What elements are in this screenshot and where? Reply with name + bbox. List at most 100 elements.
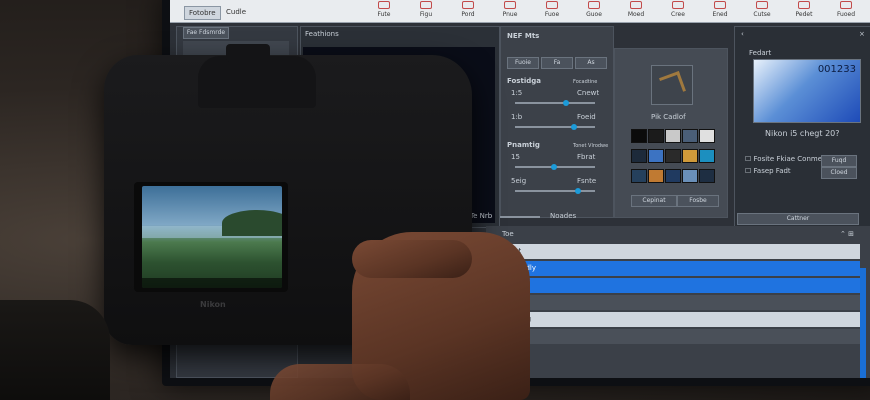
toolbar-icon bbox=[420, 1, 432, 9]
section2-slider2-label: 5eig bbox=[511, 177, 527, 185]
section1-slider2[interactable] bbox=[515, 124, 595, 130]
toolbar-button-label: Ened bbox=[712, 11, 728, 18]
list-header: Toe bbox=[502, 230, 514, 238]
preset-swatch[interactable] bbox=[648, 169, 664, 183]
toolbar-icon bbox=[756, 1, 768, 9]
toolbar-icon bbox=[588, 1, 600, 9]
toolbar-button[interactable]: Figu bbox=[412, 1, 440, 19]
photo-scene: Fotobre Cudle Fute Figu Pord Pnue Fuoe Guoe Mo… bbox=[0, 0, 870, 400]
adjust-row-btn-1[interactable]: Fuoie bbox=[507, 57, 539, 69]
list-item[interactable]: Fanet bbox=[496, 244, 860, 259]
camera-brand: Nikon bbox=[200, 300, 226, 309]
preset-swatch[interactable] bbox=[699, 169, 715, 183]
list-item[interactable]: Fadlo bbox=[496, 295, 860, 310]
toolbar-icon bbox=[504, 1, 516, 9]
camera-lcd-image bbox=[142, 186, 282, 288]
preset-swatch[interactable] bbox=[682, 149, 698, 163]
check2-button[interactable]: Cloed bbox=[821, 167, 857, 179]
toolbar-button[interactable]: Fuoed bbox=[832, 1, 860, 19]
toolbar-button-label: Fuoed bbox=[836, 11, 856, 18]
adjust-row-btn-3[interactable]: As bbox=[575, 57, 607, 69]
list-item[interactable]: Ssecilng bbox=[496, 312, 860, 327]
adjust-panel: NEF Mts Fuoie Fa As Fostidga Focadtine 1… bbox=[500, 26, 614, 218]
list-scrollbar[interactable] bbox=[860, 268, 866, 378]
section2-slider1-label: 15 bbox=[511, 153, 520, 161]
preset-swatch[interactable] bbox=[631, 149, 647, 163]
section1-slider2-label: 1:b bbox=[511, 113, 523, 121]
section2-right: Tonet Vlrodwe bbox=[573, 143, 609, 149]
preset-swatch[interactable] bbox=[648, 149, 664, 163]
toolbar-button[interactable]: Ened bbox=[706, 1, 734, 19]
info-preview: 001233 bbox=[753, 59, 861, 123]
tab-cudle[interactable]: Cudle bbox=[222, 6, 250, 18]
preset-swatch[interactable] bbox=[699, 129, 715, 143]
toolbar-button-label: Moed bbox=[627, 11, 645, 18]
check1-button[interactable]: Fuqd bbox=[821, 155, 857, 167]
toolbar-button-label: Fuoe bbox=[544, 11, 560, 18]
toolbar-icon bbox=[798, 1, 810, 9]
section1-slider1-value: Cnewt bbox=[577, 89, 600, 97]
preset-swatch[interactable] bbox=[665, 149, 681, 163]
preset-swatch[interactable] bbox=[665, 129, 681, 143]
preset-button-2[interactable]: Fosbe bbox=[677, 195, 719, 207]
check2-label: ☐ Fasep Fadt bbox=[745, 167, 791, 175]
toolbar-button[interactable]: Moed bbox=[622, 1, 650, 19]
toolbar-button[interactable]: Pord bbox=[454, 1, 482, 19]
preset-swatch[interactable] bbox=[682, 129, 698, 143]
preview-title: Feathions bbox=[305, 30, 339, 38]
adjust-title: NEF Mts bbox=[507, 32, 540, 40]
section1-slider1-label: 1:5 bbox=[511, 89, 523, 97]
chevron-left-icon[interactable]: ‹ bbox=[741, 30, 744, 38]
info-title: Fedart bbox=[749, 49, 772, 57]
preset-swatch[interactable] bbox=[699, 149, 715, 163]
toolbar-button-label: Figu bbox=[419, 11, 433, 18]
info-footer[interactable]: Cattner bbox=[737, 213, 859, 225]
preset-swatch[interactable] bbox=[631, 169, 647, 183]
toolbar-button[interactable]: Pedet bbox=[790, 1, 818, 19]
section2-slider1-value: Fbrat bbox=[577, 153, 596, 161]
list-item[interactable]: Salt bbox=[496, 329, 860, 344]
check1-label: ☐ Fosite Fkiae Conmeras bbox=[745, 155, 833, 163]
preset-swatch[interactable] bbox=[648, 129, 664, 143]
toolbar-button[interactable]: Cree bbox=[664, 1, 692, 19]
section2-slider2[interactable] bbox=[515, 188, 595, 194]
slider-knob[interactable] bbox=[563, 100, 569, 106]
expand-icon[interactable]: ⌃ ⊞ bbox=[840, 230, 854, 238]
toolbar-icon bbox=[462, 1, 474, 9]
section2-slider1[interactable] bbox=[515, 164, 595, 170]
brush-icon bbox=[659, 71, 686, 98]
toolbar-button[interactable]: Cutse bbox=[748, 1, 776, 19]
list-item[interactable]: Pucmadly bbox=[496, 261, 860, 276]
section1-title: Fostidga bbox=[507, 77, 541, 85]
slider-knob[interactable] bbox=[571, 124, 577, 130]
bottom-slider[interactable] bbox=[500, 216, 540, 218]
checkbox-icon[interactable]: ☐ bbox=[745, 167, 754, 175]
section1-right: Focadtine bbox=[573, 79, 598, 85]
section1-slider2-value: Foeid bbox=[577, 113, 596, 121]
toolbar-button[interactable]: Fuoe bbox=[538, 1, 566, 19]
adjust-row-btn-2[interactable]: Fa bbox=[541, 57, 573, 69]
toolbar-icon bbox=[714, 1, 726, 9]
toolbar-button-label: Pedet bbox=[795, 11, 813, 18]
preset-swatch[interactable] bbox=[682, 169, 698, 183]
checkbox-icon[interactable]: ☐ bbox=[745, 155, 754, 163]
tab-fotobre[interactable]: Fotobre bbox=[184, 6, 221, 20]
preset-button-1[interactable]: Cepinat bbox=[631, 195, 677, 207]
close-icon[interactable]: × bbox=[859, 30, 865, 38]
toolbar-button[interactable]: Fute bbox=[370, 1, 398, 19]
slider-knob[interactable] bbox=[575, 188, 581, 194]
toolbar-button-label: Cutse bbox=[753, 11, 771, 18]
toolbar-button-label: Fute bbox=[377, 11, 391, 18]
toolbar-button[interactable]: Pnue bbox=[496, 1, 524, 19]
section1-slider1[interactable] bbox=[515, 100, 595, 106]
slider-knob[interactable] bbox=[551, 164, 557, 170]
info-caption: Nikon i5 chegt 20? bbox=[765, 129, 840, 138]
left-panel-button[interactable]: Fae Fdsmrde bbox=[183, 27, 229, 39]
toolbar-icon bbox=[378, 1, 390, 9]
preset-swatch[interactable] bbox=[631, 129, 647, 143]
toolbar-icon bbox=[630, 1, 642, 9]
toolbar-button[interactable]: Guoe bbox=[580, 1, 608, 19]
list-item[interactable]: Sosfee bbox=[496, 278, 860, 293]
camera-prism bbox=[198, 56, 316, 108]
preset-swatch[interactable] bbox=[665, 169, 681, 183]
